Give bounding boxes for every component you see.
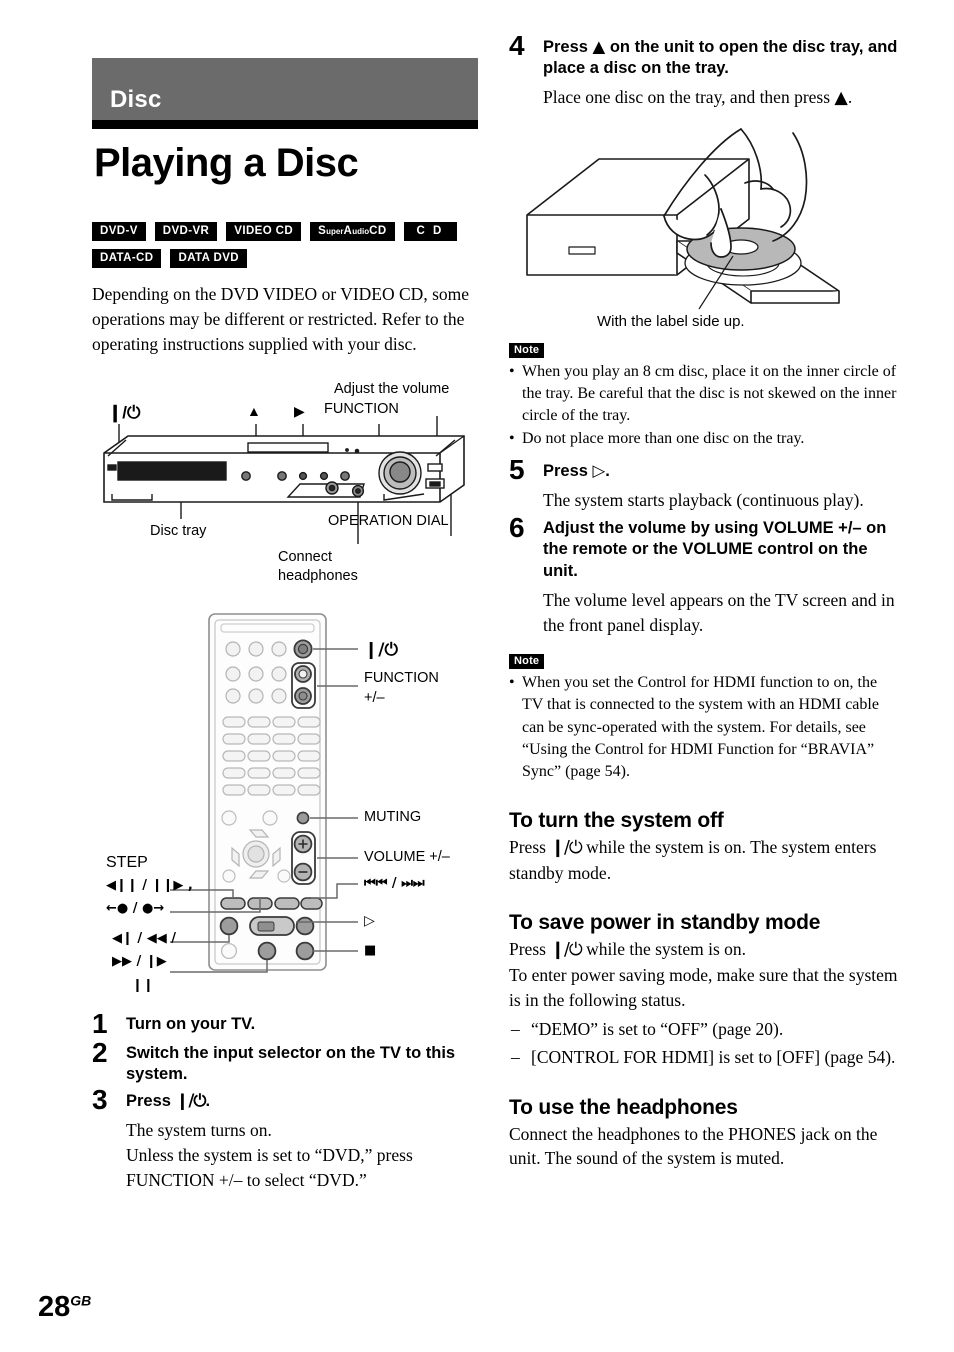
page-number-value: 28 [38,1291,71,1323]
play-glyph: ▷ [592,461,606,481]
step-3-sub-2: Unless the system is set to “DVD,” press… [126,1144,413,1190]
remote-pause-label: ❙❙ [132,977,154,993]
manual-page: Disc Playing a Disc DVD-V DVD-VR VIDEO C… [0,0,954,1352]
note-item: When you set the Control for HDMI functi… [509,672,899,782]
step-5-heading: Press ▷. [543,461,610,481]
remote-step-line2: ←● / ●→ [106,900,165,916]
right-column: 4 Press ▲ on the unit to open the disc t… [509,0,899,1171]
unit-function-label: FUNCTION [324,400,399,417]
remote-slow-line1: ◀❙ / ◀◀ / [112,930,176,946]
unit-connect-headphones-line1: Connect [278,548,333,565]
badge-dvd-vr: DVD-VR [154,222,218,242]
page-number: 28GB [38,1291,91,1324]
remote-figure: ❙/⏻ FUNCTION +/– MUTING VOLUME +/– ⏮⏮ / … [92,606,478,996]
unit-operation-dial-label: OPERATION DIAL [328,512,449,529]
unit-power-label: ❙/⏻ [108,402,141,422]
step-1-heading: Turn on your TV. [126,1014,256,1033]
note-label-1: Note [509,343,545,359]
unit-adjust-volume-label: Adjust the volume [334,380,450,397]
note-block-1: Note When you play an 8 cm disc, place i… [509,340,899,450]
badge-data-dvd: DATA DVD [170,249,247,269]
remote-skip-label: ⏮⏮ / ⏭⏭ [364,875,425,891]
save-power-conditions: “DEMO” is set to “OFF” (page 20). [CONTR… [509,1017,899,1070]
step-4-sub: Place one disc on the tray, and then pre… [543,87,853,109]
badge-video-cd: VIDEO CD [226,222,302,242]
note-label-2: Note [509,654,545,670]
step-3-sub-1: The system turns on. [126,1119,272,1140]
note-list-1: When you play an 8 cm disc, place it on … [509,361,899,450]
page-title: Playing a Disc [94,141,359,185]
power-glyph: ❙/⏻ [550,837,582,858]
list-item: “DEMO” is set to “OFF” (page 20). [509,1017,899,1042]
step-1-number: 1 [92,1007,108,1039]
remote-muting-label: MUTING [364,808,422,825]
remote-step-label: STEP [106,853,148,871]
list-item: [CONTROL FOR HDMI] is set to [OFF] (page… [509,1045,899,1070]
disc-tray-svg [526,128,840,310]
disc-tray-figure: With the label side up. [509,123,899,338]
intro-paragraph: Depending on the DVD VIDEO or VIDEO CD, … [92,284,470,354]
step-3-number: 3 [92,1083,108,1115]
note-block-2: Note When you set the Control for HDMI f… [509,651,899,782]
left-column: Disc Playing a Disc DVD-V DVD-VR VIDEO C… [92,0,478,1193]
step-6: 6 Adjust the volume by using VOLUME +/– … [509,514,899,637]
page-number-suffix: GB [70,1292,92,1309]
badge-row-2: DATA-CD DATA DVD [92,249,478,269]
unit-connect-headphones-line2: headphones [278,567,358,584]
note-item: When you play an 8 cm disc, place it on … [509,361,899,427]
note-list-2: When you set the Control for HDMI functi… [509,672,899,782]
remote-step-line1: ◀❙❙ / ❙❙▶ , [106,877,193,893]
step-2: 2 Switch the input selector on the TV to… [92,1038,478,1085]
step-2-heading: Switch the input selector on the TV to t… [126,1043,456,1083]
text-save-power-1: Press ❙/⏻ while the system is on. [509,939,747,961]
step-1: 1 Turn on your TV. [92,1009,478,1038]
step-4-heading: Press ▲ on the unit to open the disc tra… [543,37,898,78]
step-3-heading: Press ❙/⏻. [126,1090,211,1110]
front-panel-figure: ❙/⏻ ▲ ▶ FUNCTION Adjust the volume Disc … [92,381,478,596]
power-glyph: ❙/⏻ [175,1090,207,1110]
step-2-number: 2 [92,1036,108,1068]
unit-play-label: ▶ [294,402,305,419]
heading-save-power: To save power in standby mode [509,911,821,935]
section-title: Disc [110,86,162,113]
badge-super-audio-cd: SuperAudioCD [310,222,395,242]
unit-eject-label: ▲ [247,402,261,419]
heading-turn-system-off: To turn the system off [509,808,724,832]
section-rule [92,120,478,129]
badge-row-1: DVD-V DVD-VR VIDEO CD SuperAudioCD C D [92,222,478,242]
badge-cd: C D [403,222,457,242]
remote-volume-label: VOLUME +/– [364,848,450,865]
remote-power-label: ❙/⏻ [364,639,398,660]
remote-svg [170,612,358,973]
remote-function-label-line2: +/– [364,689,385,706]
section-header-bar: Disc [92,58,478,120]
step-4: 4 Press ▲ on the unit to open the disc t… [509,31,899,111]
step-3: 3 Press ❙/⏻. The system turns on. Unless… [92,1085,478,1193]
remote-function-label-line1: FUNCTION [364,669,439,686]
eject-glyph-2: ▲ [834,88,848,109]
eject-glyph: ▲ [592,37,606,56]
step-6-heading: Adjust the volume by using VOLUME +/– on… [543,519,887,580]
step-4-number: 4 [509,30,525,61]
text-save-power-2: To enter power saving mode, make sure th… [509,965,898,1011]
badge-dvd-v: DVD-V [92,222,146,242]
remote-stop-label: ■ [364,942,377,958]
remote-play-label: ▷ [364,912,375,929]
power-glyph: ❙/⏻ [550,940,582,961]
step-5-sub: The system starts playback (continuous p… [543,490,864,511]
step-6-number: 6 [509,512,525,544]
heading-use-headphones: To use the headphones [509,1095,738,1119]
note-item: Do not place more than one disc on the t… [509,428,899,450]
badge-data-cd: DATA-CD [92,249,162,269]
tray-caption: With the label side up. [597,313,745,331]
disc-type-badges: DVD-V DVD-VR VIDEO CD SuperAudioCD C D D… [92,222,478,269]
unit-disc-tray-label: Disc tray [150,522,207,539]
step-5-number: 5 [509,454,525,486]
text-use-headphones: Connect the headphones to the PHONES jac… [509,1123,878,1169]
step-5: 5 Press ▷. The system starts playback (c… [509,456,899,513]
remote-slow-line2: ▶▶ / ❙▶ [112,953,167,969]
step-6-sub: The volume level appears on the TV scree… [543,589,895,635]
text-turn-system-off: Press ❙/⏻ while the system is on. The sy… [509,836,877,883]
